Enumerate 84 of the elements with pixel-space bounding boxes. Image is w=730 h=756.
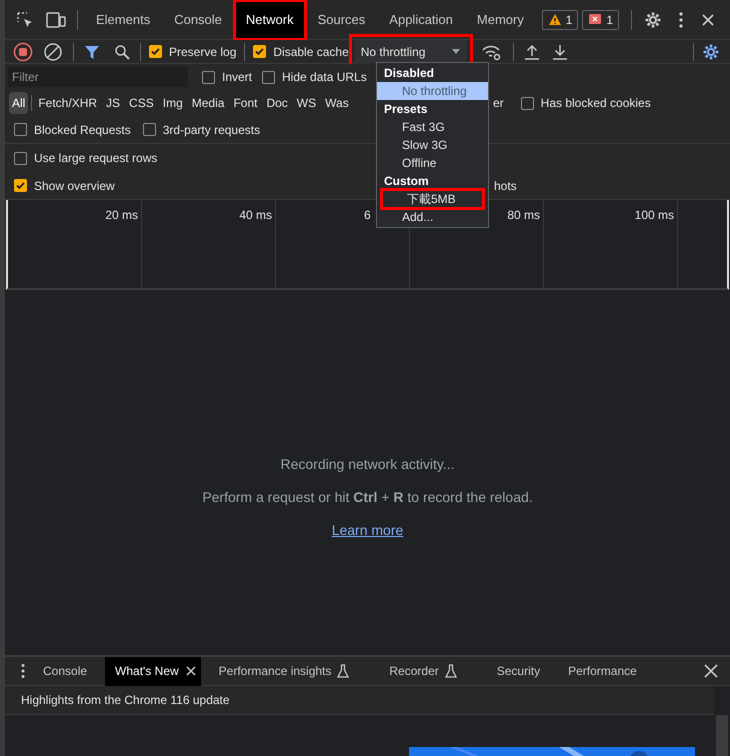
- badge-count: 1: [566, 12, 572, 28]
- menu-item[interactable]: 下載5MB: [382, 190, 483, 208]
- timeline-tick-label: 80 ms: [507, 207, 540, 222]
- settings-icon[interactable]: [702, 42, 720, 60]
- hint-text: Perform a request or hit Ctrl + R to record the reload.: [202, 488, 533, 507]
- checkbox[interactable]: [202, 70, 215, 84]
- menu-item[interactable]: Add...: [377, 208, 488, 226]
- checkbox-label: Preserve log: [169, 44, 236, 60]
- timeline-tick-label: 6: [364, 207, 371, 222]
- status-text: Recording network activity...: [280, 455, 455, 474]
- checkbox-label: Use large request rows: [34, 150, 158, 167]
- timeline-tick-label: 40 ms: [239, 207, 272, 222]
- checkbox[interactable]: [262, 70, 276, 84]
- checkbox-label: Has blocked cookies: [540, 95, 651, 112]
- type-filter[interactable]: All: [9, 92, 28, 114]
- close-icon[interactable]: [700, 12, 716, 28]
- type-filter[interactable]: Doc: [263, 92, 291, 114]
- upload-icon[interactable]: [524, 44, 540, 60]
- type-filter[interactable]: Img: [160, 92, 186, 114]
- drawer-tab[interactable]: What's New: [105, 656, 201, 686]
- checkbox[interactable]: [14, 152, 27, 164]
- type-filter[interactable]: WS: [294, 92, 320, 114]
- type-filter[interactable]: CSS: [126, 92, 157, 114]
- filter-field[interactable]: Filter: [8, 67, 188, 87]
- drawer-tab[interactable]: Performance insights: [208, 656, 360, 686]
- clear-icon[interactable]: [43, 42, 63, 62]
- checkbox[interactable]: [149, 45, 162, 58]
- menu-group-label: Presets: [383, 101, 428, 118]
- errors-badge[interactable]: 1: [582, 10, 619, 30]
- record-icon[interactable]: [13, 42, 33, 62]
- download-icon[interactable]: [552, 44, 568, 60]
- type-filter[interactable]: Was: [322, 92, 352, 114]
- badge-count: 1: [606, 12, 613, 28]
- panel-tab[interactable]: Console: [162, 0, 234, 40]
- checkbox-label: Blocked Requests: [34, 122, 131, 138]
- type-filter[interactable]: Fetch/XHR: [35, 92, 100, 114]
- type-filter[interactable]: Media: [188, 92, 228, 114]
- drawer-tab[interactable]: Console: [33, 656, 98, 686]
- checkbox-label: Show overview: [34, 178, 115, 194]
- error-icon: [588, 13, 602, 26]
- checkbox-label: 3rd-party requests: [162, 122, 260, 138]
- heading-text: Highlights from the Chrome 116 update: [21, 692, 230, 709]
- drawer-menu-icon[interactable]: [19, 663, 27, 679]
- menu-group-label: Custom: [383, 173, 430, 190]
- settings-icon[interactable]: [644, 10, 662, 28]
- search-icon[interactable]: [114, 44, 130, 60]
- timeline-tick-label: 20 ms: [105, 207, 138, 222]
- drawer-tab[interactable]: Security: [486, 656, 550, 686]
- dropdown-caret-icon: [450, 48, 461, 56]
- learn-more-link[interactable]: Learn more: [332, 520, 404, 541]
- filter-icon[interactable]: [84, 44, 100, 60]
- panel-tab[interactable]: Sources: [306, 0, 378, 40]
- type-filter[interactable]: JS: [103, 92, 124, 114]
- checkbox-label: Disable cache: [273, 44, 349, 60]
- close-icon[interactable]: [184, 665, 197, 677]
- menu-item[interactable]: No throttling: [377, 82, 488, 100]
- drawer-tab[interactable]: Recorder: [379, 656, 467, 686]
- checkbox[interactable]: [253, 45, 266, 58]
- menu-item[interactable]: Fast 3G: [377, 118, 488, 136]
- warnings-badge[interactable]: 1: [542, 10, 578, 30]
- menu-group-label: Disabled: [383, 65, 436, 82]
- close-icon[interactable]: [704, 664, 718, 678]
- panel-tab[interactable]: Network: [234, 0, 306, 40]
- panel-tab[interactable]: Elements: [84, 0, 162, 40]
- menu-item[interactable]: Slow 3G: [377, 136, 488, 154]
- timeline-tick-label: 100 ms: [634, 207, 674, 222]
- checkbox[interactable]: [14, 123, 27, 136]
- type-filter[interactable]: er: [490, 92, 507, 114]
- throttling-select[interactable]: No throttling: [354, 40, 467, 64]
- drawer-tab[interactable]: Performance: [558, 656, 647, 686]
- flask-icon: [444, 664, 457, 678]
- panel-tab[interactable]: Memory: [464, 0, 536, 40]
- flask-icon: [337, 664, 350, 678]
- checkbox-label: Invert: [222, 69, 252, 86]
- device-toolbar-icon[interactable]: [45, 10, 67, 30]
- checkbox[interactable]: [14, 179, 27, 192]
- panel-tab[interactable]: Application: [377, 0, 465, 40]
- checkbox[interactable]: [142, 123, 156, 136]
- type-filter[interactable]: Font: [230, 92, 260, 114]
- warning-icon: [548, 13, 562, 26]
- checkbox[interactable]: [520, 96, 534, 110]
- menu-item[interactable]: Offline: [377, 154, 488, 172]
- checkbox-label: Hide data URLs: [282, 69, 367, 86]
- checkbox-label: hots: [494, 178, 517, 194]
